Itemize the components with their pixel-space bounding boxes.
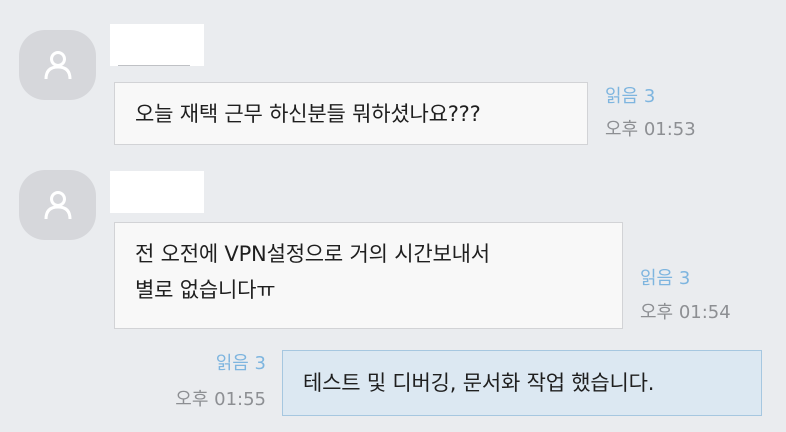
sender-name-underline <box>118 65 190 66</box>
message-bubble[interactable]: 오늘 재택 근무 하신분들 뭐하셨나요??? <box>114 82 588 145</box>
person-icon <box>44 191 71 220</box>
message-text-line: 전 오전에 VPN설정으로 거의 시간보내서 <box>135 242 490 266</box>
timestamp: 오후 01:55 <box>175 389 266 410</box>
message-bubble[interactable]: 전 오전에 VPN설정으로 거의 시간보내서 별로 없습니다ㅠ <box>114 222 623 329</box>
sender-name-redacted <box>110 24 204 66</box>
read-count: 읽음 3 <box>640 268 691 289</box>
timestamp: 오후 01:53 <box>605 119 696 140</box>
read-count: 읽음 3 <box>215 353 266 374</box>
message-text: 테스트 및 디버깅, 문서화 작업 했습니다. <box>303 371 655 395</box>
my-message-bubble[interactable]: 테스트 및 디버깅, 문서화 작업 했습니다. <box>282 350 762 416</box>
avatar[interactable] <box>19 170 96 240</box>
sender-name-redacted <box>110 171 204 213</box>
message-text-line: 별로 없습니다ㅠ <box>135 278 276 302</box>
person-icon <box>44 51 71 80</box>
avatar[interactable] <box>19 30 96 100</box>
timestamp: 오후 01:54 <box>640 302 731 323</box>
message-text: 오늘 재택 근무 하신분들 뭐하셨나요??? <box>135 102 481 126</box>
read-count: 읽음 3 <box>605 86 656 107</box>
